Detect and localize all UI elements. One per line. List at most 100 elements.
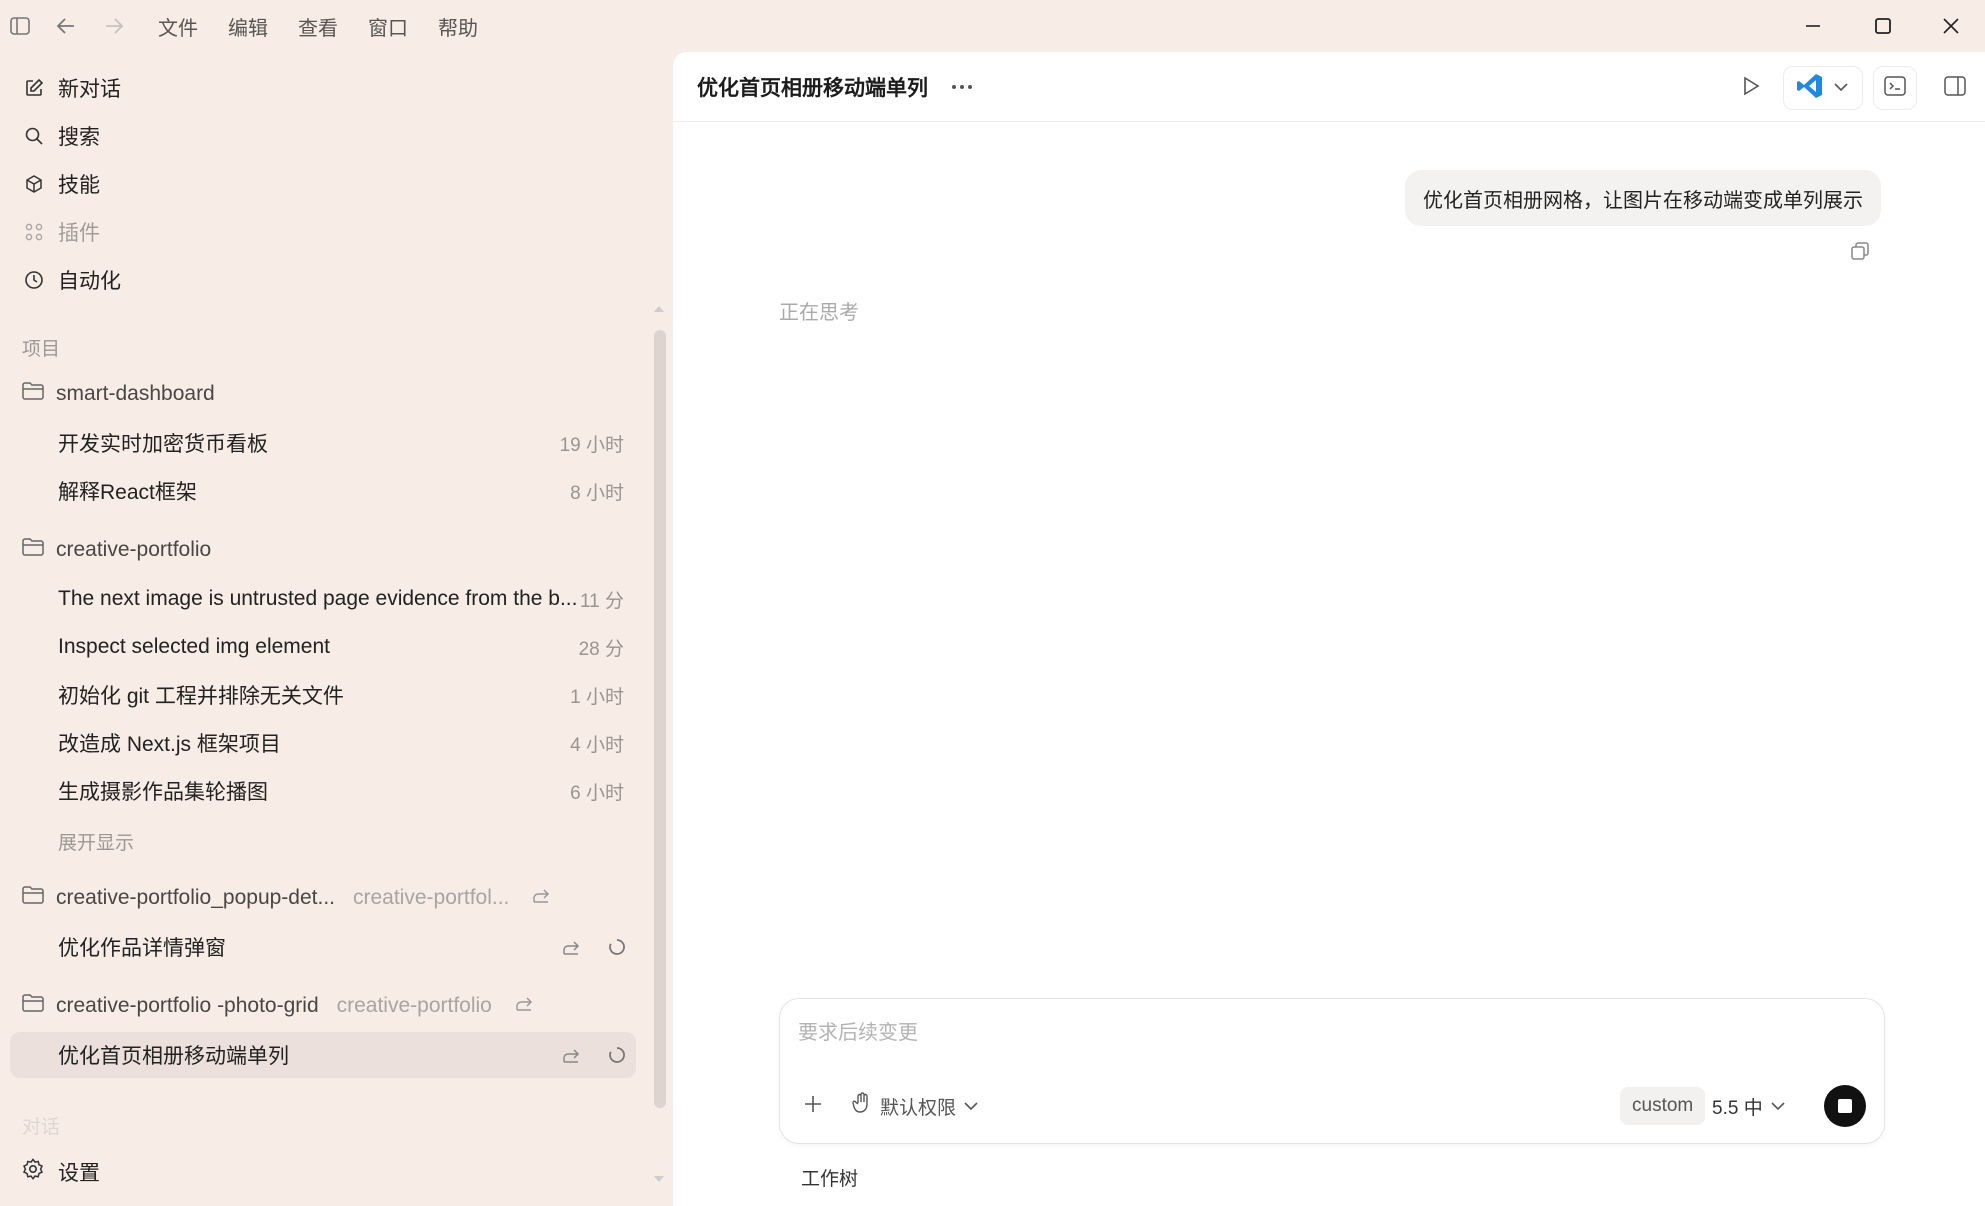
skills-label: 技能: [58, 174, 100, 197]
conversation-title: 优化首页相册移动端单列: [697, 77, 928, 100]
automation-button[interactable]: 自动化: [22, 260, 121, 300]
new-chat-label: 新对话: [58, 78, 121, 101]
settings-button[interactable]: 设置: [22, 1152, 100, 1192]
model-label: 5.5 中: [1712, 1097, 1763, 1119]
titlebar: 文件 编辑 查看 窗口 帮助: [0, 0, 1985, 52]
automation-label: 自动化: [58, 270, 121, 293]
skills-button[interactable]: 技能: [22, 164, 100, 204]
spinner-icon: [606, 936, 628, 958]
model-selector[interactable]: 5.5 中: [1712, 1091, 1785, 1121]
thread-title: 改造成 Next.js 框架项目: [58, 733, 281, 756]
thread-time: 28 分: [578, 638, 624, 660]
menu-bar: 文件 编辑 查看 窗口 帮助: [158, 0, 478, 52]
copy-icon[interactable]: [1847, 238, 1873, 264]
toggle-sidebar-icon[interactable]: [6, 12, 34, 40]
run-button[interactable]: [1733, 68, 1769, 108]
forward-arrow-icon[interactable]: [100, 12, 128, 40]
thread-item-active[interactable]: 优化首页相册移动端单列: [10, 1032, 636, 1078]
terminal-button[interactable]: [1873, 66, 1917, 110]
play-icon: [1742, 76, 1760, 101]
open-in-editor-button[interactable]: [1783, 66, 1863, 110]
stop-button[interactable]: [1824, 1085, 1866, 1127]
sidebar: 新对话 搜索 技能 插件 自动化 项目 smart-dashboard 开发实时…: [0, 52, 672, 1206]
thread-item[interactable]: 改造成 Next.js 框架项目 4 小时: [10, 720, 636, 766]
thread-item[interactable]: 开发实时加密货币看板 19 小时: [10, 420, 636, 466]
project-creative-portfolio[interactable]: creative-portfolio: [22, 530, 211, 570]
branch-icon: [514, 993, 534, 1019]
toggle-panel-button[interactable]: [1937, 68, 1973, 108]
thread-item[interactable]: 生成摄影作品集轮播图 6 小时: [10, 768, 636, 814]
attach-button[interactable]: [798, 1091, 828, 1121]
thread-item[interactable]: The next image is untrusted page evidenc…: [10, 576, 636, 622]
menu-view[interactable]: 查看: [298, 12, 338, 41]
spinner-icon: [606, 1044, 628, 1066]
folder-icon: [22, 538, 44, 562]
conversation-header: 优化首页相册移动端单列: [673, 52, 1985, 122]
stop-icon: [1838, 1099, 1852, 1113]
branch-icon: [531, 885, 551, 911]
gear-icon: [22, 1158, 44, 1186]
conversation-panel: 优化首页相册移动端单列 优化首页相册网格，让图片在移动端变成单列展示 正在思考 …: [672, 52, 1985, 1206]
edit-icon: [22, 76, 46, 100]
thread-item[interactable]: 解释React框架 8 小时: [10, 468, 636, 514]
folder-icon: [22, 382, 44, 406]
folder-icon: [22, 886, 44, 910]
menu-help[interactable]: 帮助: [438, 12, 478, 41]
thread-title: Inspect selected img element: [58, 635, 330, 658]
cube-icon: [22, 172, 46, 196]
search-button[interactable]: 搜索: [22, 116, 100, 156]
sidebar-scrollbar-thumb[interactable]: [654, 330, 666, 1108]
project-photo-grid[interactable]: creative-portfolio -photo-grid creative-…: [22, 986, 534, 1026]
menu-file[interactable]: 文件: [158, 12, 198, 41]
project-parent: creative-portfol...: [353, 886, 510, 909]
maximize-button[interactable]: [1858, 8, 1908, 44]
thread-time: 11 分: [579, 590, 624, 612]
thinking-status: 正在思考: [779, 302, 859, 324]
thread-item[interactable]: 优化作品详情弹窗: [10, 924, 636, 970]
plus-icon: [803, 1094, 823, 1119]
project-name: creative-portfolio_popup-det...: [56, 886, 335, 909]
app-window: 文件 编辑 查看 窗口 帮助 新对话 搜索 技能 插件 自动化 项目 smart…: [0, 0, 1985, 1206]
worktree-label[interactable]: 工作树: [801, 1164, 858, 1191]
settings-label: 设置: [58, 1162, 100, 1185]
permission-selector[interactable]: 默认权限: [852, 1091, 978, 1121]
user-message-bubble: 优化首页相册网格，让图片在移动端变成单列展示: [1405, 170, 1881, 226]
branch-icon: [560, 1044, 582, 1066]
back-arrow-icon[interactable]: [52, 12, 80, 40]
menu-edit[interactable]: 编辑: [228, 12, 268, 41]
project-parent: creative-portfolio: [336, 994, 492, 1017]
terminal-icon: [1884, 75, 1906, 101]
menu-window[interactable]: 窗口: [368, 12, 408, 41]
thread-item[interactable]: 初始化 git 工程并排除无关文件 1 小时: [10, 672, 636, 718]
thread-title: 开发实时加密货币看板: [58, 433, 268, 456]
new-chat-button[interactable]: 新对话: [22, 68, 121, 108]
thread-title: 优化首页相册移动端单列: [58, 1045, 289, 1068]
project-name: creative-portfolio: [56, 538, 212, 561]
project-popup-detail[interactable]: creative-portfolio_popup-det... creative…: [22, 878, 551, 918]
chevron-down-icon: [1771, 1095, 1785, 1117]
close-button[interactable]: [1926, 8, 1976, 44]
minimize-button[interactable]: [1788, 8, 1838, 44]
expand-more-link[interactable]: 展开显示: [58, 828, 134, 855]
project-name: smart-dashboard: [56, 382, 215, 405]
plugins-label: 插件: [58, 222, 100, 245]
grid-icon: [22, 220, 46, 244]
chats-heading: 对话: [22, 1117, 61, 1138]
plugins-button[interactable]: 插件: [22, 212, 100, 252]
thread-item[interactable]: Inspect selected img element 28 分: [10, 624, 636, 670]
thread-title: 初始化 git 工程并排除无关文件: [58, 685, 344, 708]
search-icon: [22, 124, 46, 148]
thread-time: 4 小时: [570, 734, 624, 756]
custom-mode-chip[interactable]: custom: [1620, 1087, 1706, 1125]
panel-icon: [1944, 75, 1966, 101]
permission-label: 默认权限: [880, 1097, 957, 1119]
chevron-down-icon: [1834, 79, 1848, 97]
thread-title: The next image is untrusted page evidenc…: [58, 587, 578, 610]
vscode-icon: [1796, 72, 1824, 105]
followup-input[interactable]: [798, 1013, 1858, 1053]
clock-icon: [22, 268, 46, 292]
projects-heading: 项目: [22, 339, 61, 360]
branch-icon: [560, 936, 582, 958]
project-smart-dashboard[interactable]: smart-dashboard: [22, 374, 215, 414]
more-options-button[interactable]: [945, 70, 979, 104]
